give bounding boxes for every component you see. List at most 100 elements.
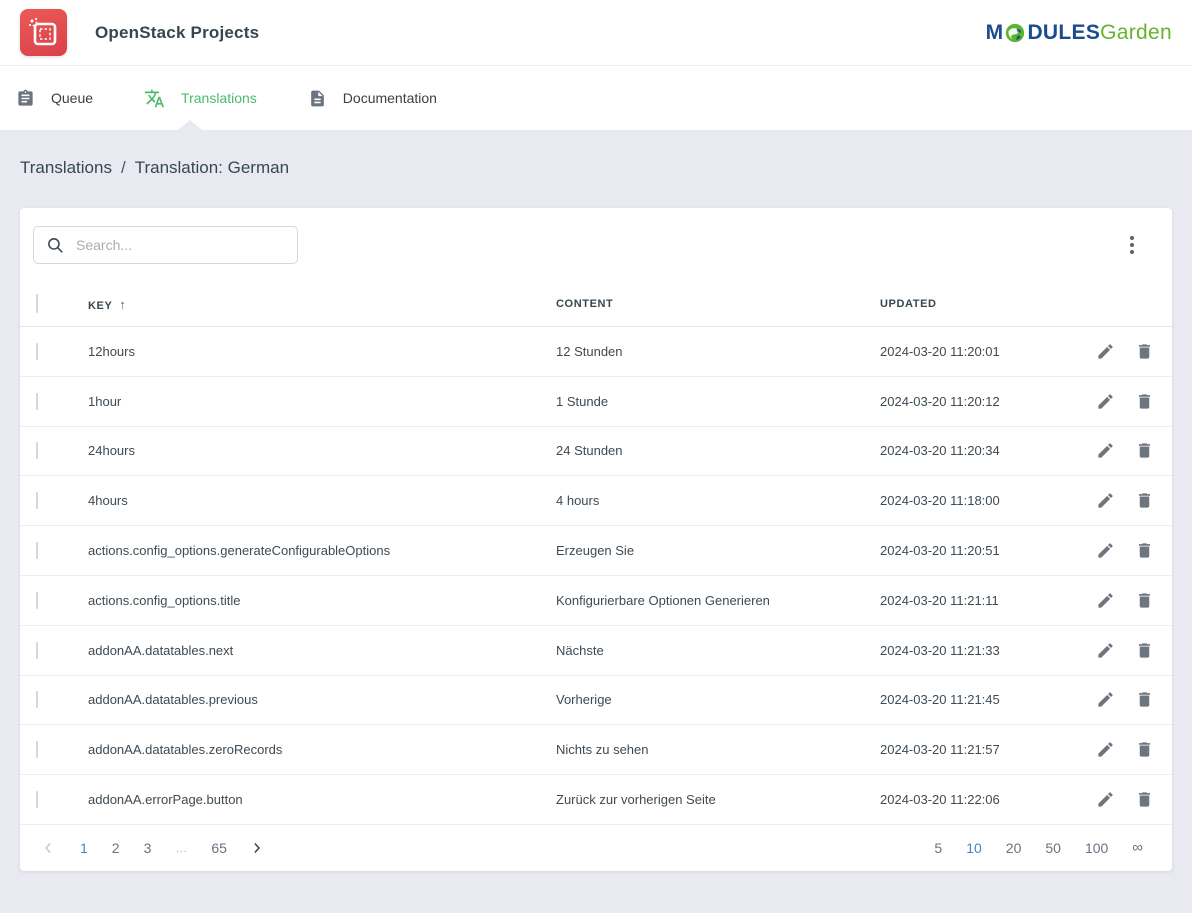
cell-updated: 2024-03-20 11:20:34: [880, 443, 1096, 458]
edit-button[interactable]: [1096, 491, 1115, 510]
delete-button[interactable]: [1135, 740, 1154, 759]
tab-documentation-label: Documentation: [343, 90, 437, 106]
app-header: OpenStack Projects M DULES Garden: [0, 0, 1192, 66]
breadcrumb-section[interactable]: Translations: [20, 158, 112, 178]
page-size-100[interactable]: 100: [1076, 836, 1117, 860]
previous-page-button[interactable]: [34, 836, 62, 860]
translations-card: KEY↑ CONTENT UPDATED 12hours 12 Stunden …: [20, 208, 1172, 871]
pencil-icon: [1096, 690, 1115, 709]
edit-button[interactable]: [1096, 541, 1115, 560]
content-area: Translations / Translation: German: [0, 130, 1192, 871]
tab-bar: Queue Translations Documentation: [0, 66, 1192, 130]
cell-updated: 2024-03-20 11:18:00: [880, 493, 1096, 508]
row-checkbox[interactable]: [36, 791, 38, 808]
row-checkbox[interactable]: [36, 393, 38, 410]
cell-content: 1 Stunde: [556, 394, 880, 409]
cell-updated: 2024-03-20 11:20:12: [880, 394, 1096, 409]
cell-key: 4hours: [88, 493, 556, 508]
row-checkbox[interactable]: [36, 691, 38, 708]
page-number-3[interactable]: 3: [136, 836, 160, 860]
page-number-2[interactable]: 2: [104, 836, 128, 860]
edit-button[interactable]: [1096, 342, 1115, 361]
kebab-dot: [1130, 250, 1134, 254]
tab-translations[interactable]: Translations: [144, 88, 274, 109]
delete-button[interactable]: [1135, 441, 1154, 460]
brand-text-garden: Garden: [1100, 21, 1172, 45]
row-checkbox[interactable]: [36, 492, 38, 509]
delete-button[interactable]: [1135, 591, 1154, 610]
edit-button[interactable]: [1096, 392, 1115, 411]
page-size-20[interactable]: 20: [997, 836, 1031, 860]
trash-icon: [1135, 392, 1154, 411]
column-header-content[interactable]: CONTENT: [556, 298, 880, 310]
brand-text-dules: DULES: [1027, 21, 1100, 45]
row-checkbox[interactable]: [36, 343, 38, 360]
chevron-right-icon: [249, 840, 265, 856]
row-checkbox[interactable]: [36, 592, 38, 609]
pencil-icon: [1096, 491, 1115, 510]
cell-content: Zurück zur vorherigen Seite: [556, 792, 880, 807]
document-icon: [308, 89, 327, 108]
page-size-50[interactable]: 50: [1036, 836, 1070, 860]
edit-button[interactable]: [1096, 441, 1115, 460]
pencil-icon: [1096, 392, 1115, 411]
table-row: addonAA.datatables.next Nächste 2024-03-…: [20, 626, 1172, 676]
column-header-updated[interactable]: UPDATED: [880, 298, 1096, 310]
edit-button[interactable]: [1096, 641, 1115, 660]
delete-button[interactable]: [1135, 690, 1154, 709]
more-options-button[interactable]: [1120, 230, 1144, 260]
delete-button[interactable]: [1135, 342, 1154, 361]
edit-button[interactable]: [1096, 690, 1115, 709]
table-row: addonAA.datatables.zeroRecords Nichts zu…: [20, 725, 1172, 775]
page-number-65[interactable]: 65: [203, 836, 235, 860]
trash-icon: [1135, 790, 1154, 809]
select-all-checkbox[interactable]: [36, 294, 38, 313]
cell-content: Konfigurierbare Optionen Generieren: [556, 593, 880, 608]
cell-key: addonAA.errorPage.button: [88, 792, 556, 807]
tab-documentation[interactable]: Documentation: [308, 89, 454, 108]
edit-button[interactable]: [1096, 591, 1115, 610]
search-icon: [46, 236, 65, 255]
search-input[interactable]: [76, 237, 285, 253]
row-checkbox[interactable]: [36, 542, 38, 559]
table-row: actions.config_options.title Konfigurier…: [20, 576, 1172, 626]
pagination-bar: 1 2 3 … 65 5 10 20 50 100 ∞: [20, 825, 1172, 871]
cell-updated: 2024-03-20 11:22:06: [880, 792, 1096, 807]
delete-button[interactable]: [1135, 790, 1154, 809]
edit-button[interactable]: [1096, 790, 1115, 809]
pencil-icon: [1096, 541, 1115, 560]
trash-icon: [1135, 740, 1154, 759]
table-row: addonAA.errorPage.button Zurück zur vorh…: [20, 775, 1172, 825]
page-size-5[interactable]: 5: [925, 836, 951, 860]
breadcrumb: Translations / Translation: German: [20, 130, 1172, 208]
tab-queue-label: Queue: [51, 90, 93, 106]
page-size-10[interactable]: 10: [957, 836, 991, 860]
row-checkbox[interactable]: [36, 442, 38, 459]
page-size-selector: 5 10 20 50 100 ∞: [919, 835, 1152, 860]
column-header-key[interactable]: KEY↑: [88, 297, 556, 312]
search-box[interactable]: [33, 226, 298, 264]
delete-button[interactable]: [1135, 641, 1154, 660]
cell-updated: 2024-03-20 11:21:33: [880, 643, 1096, 658]
delete-button[interactable]: [1135, 491, 1154, 510]
page-number-1[interactable]: 1: [72, 836, 96, 860]
brand-text-m: M: [986, 21, 1004, 45]
trash-icon: [1135, 491, 1154, 510]
row-checkbox[interactable]: [36, 642, 38, 659]
cell-key: 24hours: [88, 443, 556, 458]
next-page-button[interactable]: [243, 836, 271, 860]
tab-queue[interactable]: Queue: [16, 89, 110, 108]
delete-button[interactable]: [1135, 392, 1154, 411]
table-row: 12hours 12 Stunden 2024-03-20 11:20:01: [20, 327, 1172, 377]
cell-updated: 2024-03-20 11:20:51: [880, 543, 1096, 558]
edit-button[interactable]: [1096, 740, 1115, 759]
page-size-unlimited[interactable]: ∞: [1123, 835, 1152, 860]
cell-key: addonAA.datatables.zeroRecords: [88, 742, 556, 757]
pencil-icon: [1096, 740, 1115, 759]
cell-key: 12hours: [88, 344, 556, 359]
delete-button[interactable]: [1135, 541, 1154, 560]
trash-icon: [1135, 342, 1154, 361]
breadcrumb-separator: /: [121, 158, 126, 178]
row-checkbox[interactable]: [36, 741, 38, 758]
tab-translations-label: Translations: [181, 90, 257, 106]
